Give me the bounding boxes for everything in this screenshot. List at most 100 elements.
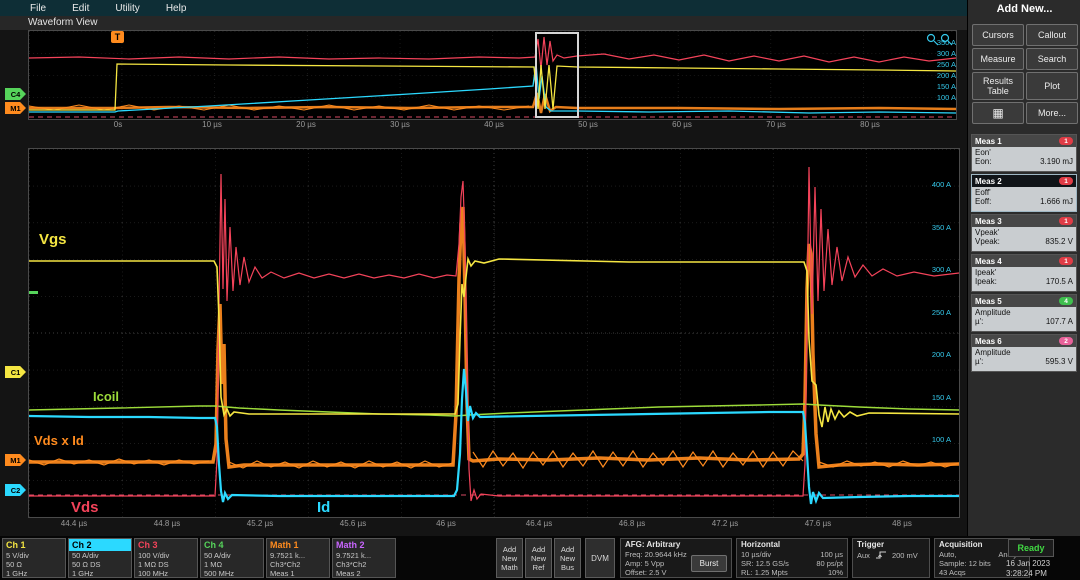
math2-source: Ch3*Ch2 [333,560,395,569]
math2-badge[interactable]: Math 2 9.7521 k... Ch3*Ch2 Meas 2 [332,538,396,578]
afg-panel[interactable]: AFG: Arbitrary Freq: 20.9644 kHz Amp: 5 … [620,538,732,578]
waveform-view-label: Waveform View [28,17,97,28]
ch3-scale: 100 V/div [135,551,197,560]
meas1-label: Eon: [975,157,991,166]
meas3-card[interactable]: Meas 31 Vpeak' Vpeak:835.2 V [971,214,1077,252]
search-button[interactable]: Search [1026,48,1078,70]
menu-item-utility[interactable]: Utility [115,3,139,14]
h-resolution: 80 ps/pt [816,559,843,568]
overview-axis-label: 150 A [922,82,956,91]
more-button[interactable]: More... [1026,102,1078,124]
add-new-math-button[interactable]: Add New Math [496,538,523,578]
add-new-title: Add New... [968,3,1080,15]
overview-time-label: 20 µs [284,120,328,129]
menu-item-file[interactable]: File [30,3,46,14]
math1-source: Ch3*Ch2 [267,560,329,569]
math1-badge[interactable]: Math 1 9.7521 k... Ch3*Ch2 Meas 1 [266,538,330,578]
h-position: 10% [828,568,843,577]
add-new-bus-button[interactable]: Add New Bus [554,538,581,578]
overview-axis-label: 200 A [922,71,956,80]
meas2-card[interactable]: Meas 21 Eoff' Eoff:1.666 mJ [971,174,1077,212]
main-time-label: 44.4 µs [52,519,96,528]
overview-time-label: 80 µs [848,120,892,129]
ch2-scale: 50 A/div [69,551,131,560]
main-axis-label: 100 A [917,435,951,444]
meas5-line1: Amplitude [975,308,1073,317]
menu-bar: File Edit Utility Help [0,0,967,16]
meas4-card[interactable]: Meas 41 Ipeak' Ipeak:170.5 A [971,254,1077,292]
afg-title: AFG: Arbitrary [625,540,727,550]
channel-badge-c1[interactable]: C1 [5,366,26,378]
meas3-title: Meas 3 [975,217,1002,226]
channel-badge-c4[interactable]: C4 [5,88,26,100]
menu-item-help[interactable]: Help [166,3,187,14]
math2-name: Math 2 [333,539,395,551]
main-axis-label: 350 A [917,223,951,232]
ch4-ground-tick [29,291,38,294]
id-trace-label: Id [317,499,330,516]
rising-edge-icon [875,550,887,560]
meas6-card[interactable]: Meas 62 Amplitude µ':595.3 V [971,334,1077,372]
meas6-line1: Amplitude [975,348,1073,357]
ch2-bandwidth: 1 GHz [69,569,131,578]
waveform-overview[interactable] [28,30,957,120]
main-axis-label: 150 A [917,393,951,402]
main-time-label: 46.4 µs [517,519,561,528]
h-scale: 10 µs/div [741,550,771,559]
date-label: 16 Jan 2023 [1006,559,1066,568]
meas4-line1: Ipeak' [975,268,1073,277]
trigger-marker[interactable]: T [111,31,124,43]
callout-button[interactable]: Callout [1026,24,1078,46]
main-axis-label: 250 A [917,308,951,317]
ch4-badge[interactable]: Ch 4 50 A/div 1 MΩ 500 MHz [200,538,264,578]
cursors-button[interactable]: Cursors [972,24,1024,46]
trigger-title: Trigger [857,540,925,550]
vds-x-id-trace-label: Vds x Id [34,433,84,448]
meas4-title: Meas 4 [975,257,1002,266]
meas2-title: Meas 2 [975,177,1002,186]
main-time-label: 47.6 µs [796,519,840,528]
h-sample-rate: SR: 12.5 GS/s [741,559,789,568]
overview-time-label: 10 µs [190,120,234,129]
bus-label: Bus [561,563,574,572]
overview-time-label: 60 µs [660,120,704,129]
meas1-value: 3.190 mJ [1040,157,1073,166]
menu-item-edit[interactable]: Edit [72,3,89,14]
meas2-label: Eoff: [975,197,991,206]
trigger-panel[interactable]: Trigger Aux 200 mV [852,538,930,578]
overview-axis-label: 100 A [922,93,956,102]
results-table-button[interactable]: Results Table [972,72,1024,100]
horizontal-panel[interactable]: Horizontal 10 µs/div100 µs SR: 12.5 GS/s… [736,538,848,578]
add-new-ref-button[interactable]: Add New Ref [525,538,552,578]
measure-button[interactable]: Measure [972,48,1024,70]
meas6-badge: 2 [1059,337,1073,345]
meas5-label: µ': [975,317,983,326]
afg-freq: Freq: 20.9644 kHz [625,550,687,559]
plot-button[interactable]: Plot [1026,72,1078,100]
dvm-label: DVM [591,554,609,563]
trigger-source: Aux [857,551,870,560]
meas5-card[interactable]: Meas 54 Amplitude µ':107.7 A [971,294,1077,332]
grid-icon[interactable]: ▦ [972,102,1024,124]
meas3-badge: 1 [1059,217,1073,225]
meas1-line1: Eon' [975,148,1073,157]
meas3-label: Vpeak: [975,237,1000,246]
trigger-level: 200 mV [892,551,918,560]
dvm-button[interactable]: DVM [585,538,615,578]
meas5-badge: 4 [1059,297,1073,305]
new-label: New [502,554,517,563]
horizontal-title: Horizontal [741,540,843,550]
math-badge-m1[interactable]: M1 [5,454,26,466]
overview-axis-label: 250 A [922,60,956,69]
main-axis-label: 300 A [917,265,951,274]
ch1-badge[interactable]: Ch 1 5 V/div 50 Ω 1 GHz [2,538,66,578]
channel-badge-c2[interactable]: C2 [5,484,26,496]
math-badge-m1-overview[interactable]: M1 [5,102,26,114]
meas1-card[interactable]: Meas 11 Eon' Eon:3.190 mJ [971,134,1077,172]
main-waveform-view[interactable]: Vgs Icoil Vds x Id Vds Id 400 A 350 A 30… [28,148,960,518]
ch3-badge[interactable]: Ch 3 100 V/div 1 MΩ DS 100 MHz [134,538,198,578]
main-time-label: 47.2 µs [703,519,747,528]
meas6-value: 595.3 V [1045,357,1073,366]
burst-button[interactable]: Burst [691,555,727,572]
ch2-badge[interactable]: Ch 2 50 A/div 50 Ω DS 1 GHz [68,538,132,578]
